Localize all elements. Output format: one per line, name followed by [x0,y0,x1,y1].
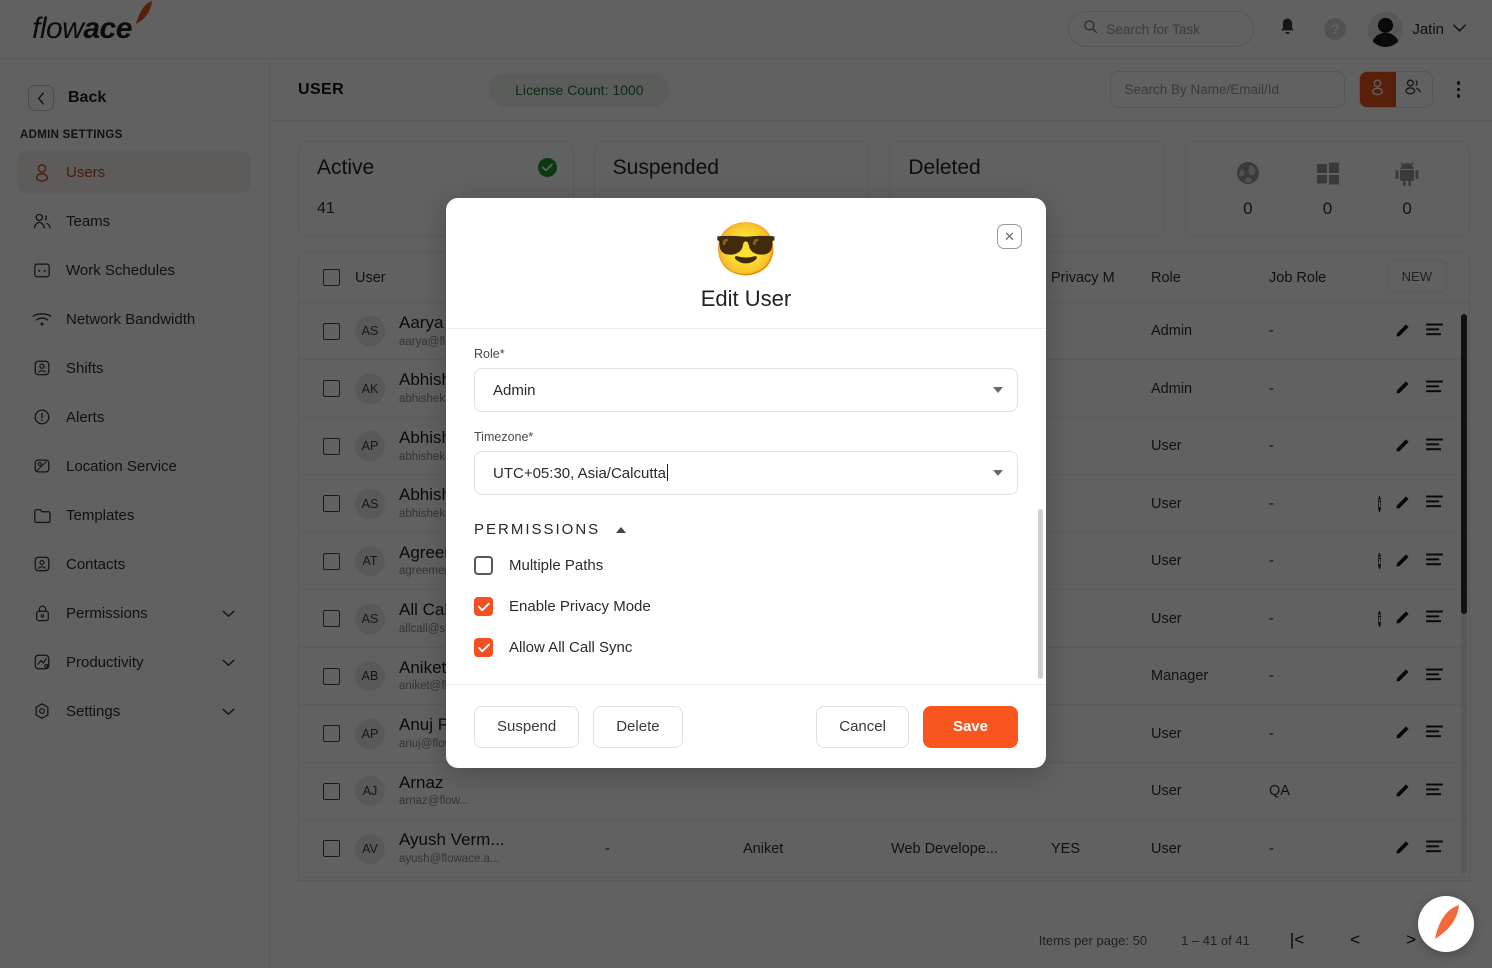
timezone-field: Timezone* UTC+05:30, Asia/Calcutta [474,430,1018,495]
modal-scrollbar[interactable] [1038,509,1043,679]
suspend-button[interactable]: Suspend [474,705,580,748]
role-select[interactable]: Admin [474,368,1018,412]
flowace-chat-icon [1429,903,1463,946]
close-icon[interactable]: ✕ [997,224,1022,249]
role-label: Role* [474,347,505,361]
permission-multiple-paths[interactable]: Multiple Paths [474,556,1018,575]
cancel-button[interactable]: Cancel [816,705,909,748]
permission-label: Allow All Call Sync [509,639,633,656]
modal-header: 😎 Edit User ✕ [446,198,1046,328]
chevron-down-icon [993,470,1003,476]
timezone-select[interactable]: UTC+05:30, Asia/Calcutta [474,451,1018,495]
allow-all-call-sync-checkbox[interactable] [474,638,493,657]
chevron-down-icon [993,387,1003,393]
modal-footer: Suspend Delete Cancel Save [446,684,1046,768]
app-root: flowace ? [0,0,1492,968]
timezone-value: UTC+05:30, Asia/Calcutta [493,465,667,482]
modal-body: Role* Admin Timezone* UTC+05:30, Asia/Ca… [446,328,1046,684]
sunglasses-emoji-icon: 😎 [713,221,779,279]
modal-title: Edit User [700,286,792,311]
enable-privacy-mode-checkbox[interactable] [474,597,493,616]
multiple-paths-checkbox[interactable] [474,556,493,575]
role-field: Role* Admin [474,347,1018,412]
permissions-section-header[interactable]: PERMISSIONS [474,521,1018,538]
permissions-title: PERMISSIONS [474,521,601,538]
timezone-label: Timezone* [474,430,534,444]
chevron-up-icon [616,526,627,533]
permission-label: Enable Privacy Mode [509,598,651,615]
permission-allow-all-call-sync[interactable]: Allow All Call Sync [474,638,1018,657]
role-value: Admin [493,381,536,399]
flowace-chat-button[interactable] [1418,896,1474,952]
text-cursor [667,464,669,481]
permission-label: Multiple Paths [509,557,604,574]
permission-enable-privacy-mode[interactable]: Enable Privacy Mode [474,597,1018,616]
edit-user-modal: 😎 Edit User ✕ Role* Admin Timezone* UTC+… [446,198,1046,768]
delete-button[interactable]: Delete [593,705,683,748]
save-button[interactable]: Save [922,705,1018,748]
